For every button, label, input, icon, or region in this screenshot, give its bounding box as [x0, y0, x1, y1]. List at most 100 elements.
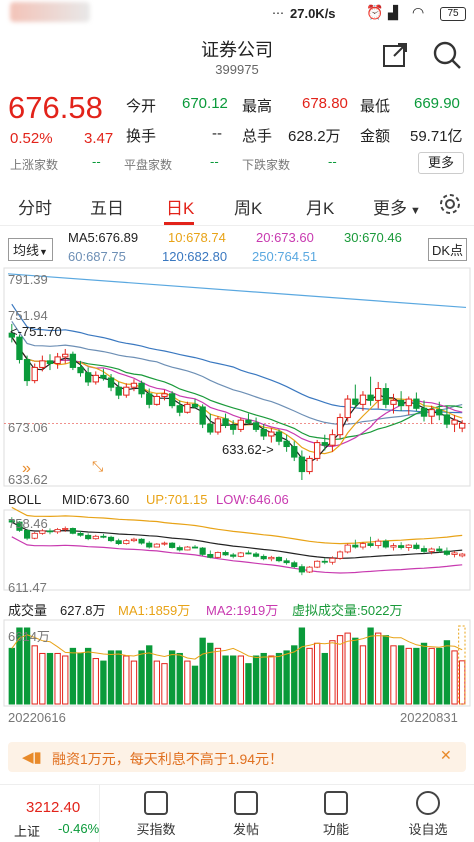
tab-weekly-k[interactable]: 周K: [234, 194, 262, 219]
boll-candle-body: [314, 560, 321, 568]
volume-bar: [31, 645, 38, 705]
volume-bar: [191, 665, 199, 705]
volume-bar: [46, 652, 54, 705]
boll-candle-body: [100, 535, 107, 538]
up-count-label: 上涨家数: [10, 158, 59, 172]
boll-low: LOW:646.06: [216, 492, 289, 507]
boll-candle-body: [31, 532, 38, 539]
min-price-annotation: 633.62->: [222, 442, 274, 457]
high-value: 678.80: [302, 95, 348, 112]
buy-index-label: 买指数: [136, 822, 176, 837]
boll-candle-body: [123, 540, 130, 545]
boll-up: UP:701.15: [146, 492, 208, 507]
share-icon[interactable]: [382, 42, 408, 68]
megaphone-icon: ◀▮: [22, 749, 42, 766]
financing-banner[interactable]: ◀▮ 融资1万元，每天利息不高于1.94元！ ✕: [8, 742, 466, 772]
volume-bar: [459, 660, 466, 705]
more-button[interactable]: 更多: [418, 152, 464, 174]
volume-bar: [100, 660, 107, 705]
active-tab-indicator: [164, 222, 194, 225]
candle-body: [46, 360, 54, 364]
candle-body: [62, 353, 69, 358]
volume-ma2: MA2:1919万: [206, 603, 279, 618]
candle-body: [321, 442, 328, 446]
boll-candle-body: [398, 545, 405, 548]
high-label: 最高: [242, 98, 273, 115]
boll-candle-body: [344, 544, 351, 553]
boll-candle-body: [69, 528, 76, 534]
boll-candle-body: [390, 545, 397, 548]
volume-bar: [344, 632, 351, 705]
settings-gear-icon[interactable]: [438, 192, 462, 216]
index-change: -0.46%: [58, 821, 100, 836]
low-label: 最低: [360, 98, 391, 115]
index-ticker[interactable]: 3212.40 上证 -0.46%: [0, 785, 100, 842]
blurred-avatar: [10, 2, 90, 22]
functions-button[interactable]: 功能: [306, 791, 366, 838]
boll-candle-body: [138, 538, 145, 544]
ma250-line: [7, 273, 467, 309]
boll-candle-body: [222, 552, 229, 556]
candle-body: [336, 417, 344, 436]
volume-bar: [184, 660, 191, 705]
volume-bar: [153, 660, 161, 705]
volume-bar: [222, 655, 229, 705]
boll-candle-body: [85, 534, 92, 540]
change-percent: 0.52%: [10, 130, 53, 147]
search-icon[interactable]: [432, 40, 462, 70]
buy-index-button[interactable]: 买指数: [126, 791, 186, 838]
boll-candle-body: [306, 566, 313, 573]
index-value: 3212.40: [26, 799, 81, 816]
close-icon[interactable]: ✕: [440, 747, 452, 764]
flat-count: --: [210, 154, 219, 169]
volume-bar: [176, 652, 183, 705]
tab-daily-k[interactable]: 日K: [166, 194, 194, 219]
candle-body: [39, 360, 46, 368]
volume-bar: [275, 652, 283, 705]
candle-body: [207, 423, 214, 433]
volume-bar: [168, 650, 176, 705]
volume-bar: [428, 647, 435, 705]
tab-five-day[interactable]: 五日: [90, 194, 124, 219]
candle-body: [382, 388, 390, 405]
expand-chart-icon[interactable]: »: [22, 460, 31, 478]
volume-bar: [260, 652, 267, 705]
down-count: --: [328, 154, 337, 169]
volume-bar: [161, 663, 168, 705]
kline-chart[interactable]: [0, 228, 474, 738]
volume-bar: [283, 650, 290, 705]
change-value: 3.47: [84, 130, 114, 147]
boll-candle-body: [153, 543, 160, 548]
volume-bar: [39, 652, 46, 705]
volume-bar: [115, 650, 122, 705]
candle-body: [237, 419, 244, 430]
add-watchlist-button[interactable]: 设自选: [398, 791, 458, 838]
candle-body: [252, 422, 260, 430]
boll-candle-body: [420, 548, 428, 552]
last-price: 676.58: [8, 90, 103, 125]
tab-more[interactable]: 更多 ▼: [373, 194, 421, 219]
functions-label: 功能: [322, 822, 349, 837]
boll-candle-body: [451, 552, 458, 555]
volume-bar: [321, 652, 328, 705]
tab-intraday[interactable]: 分时: [18, 194, 52, 219]
volume-bar: [352, 637, 359, 705]
boll-candle-body: [191, 546, 199, 549]
boll-candle-body: [459, 553, 466, 557]
up-count: --: [92, 154, 101, 169]
fullscreen-arrows-icon[interactable]: ⤡: [92, 458, 103, 475]
boll-candle-body: [46, 530, 54, 533]
boll-candle-body: [92, 535, 99, 540]
open-value: 670.12: [182, 95, 228, 112]
post-button[interactable]: 发帖: [216, 791, 276, 838]
volume-bar: [92, 658, 99, 705]
tab-monthly-k[interactable]: 月K: [306, 194, 334, 219]
volume-ma1: MA1:1859万: [118, 603, 191, 618]
candle-body: [459, 422, 466, 429]
boll-upper-line: [11, 506, 463, 545]
candle-body: [375, 388, 382, 401]
max-price-annotation: <-751.70: [10, 324, 62, 339]
candle-body: [138, 382, 145, 395]
top-bar: 证券公司 399975: [0, 28, 474, 84]
candle-body: [23, 359, 31, 382]
